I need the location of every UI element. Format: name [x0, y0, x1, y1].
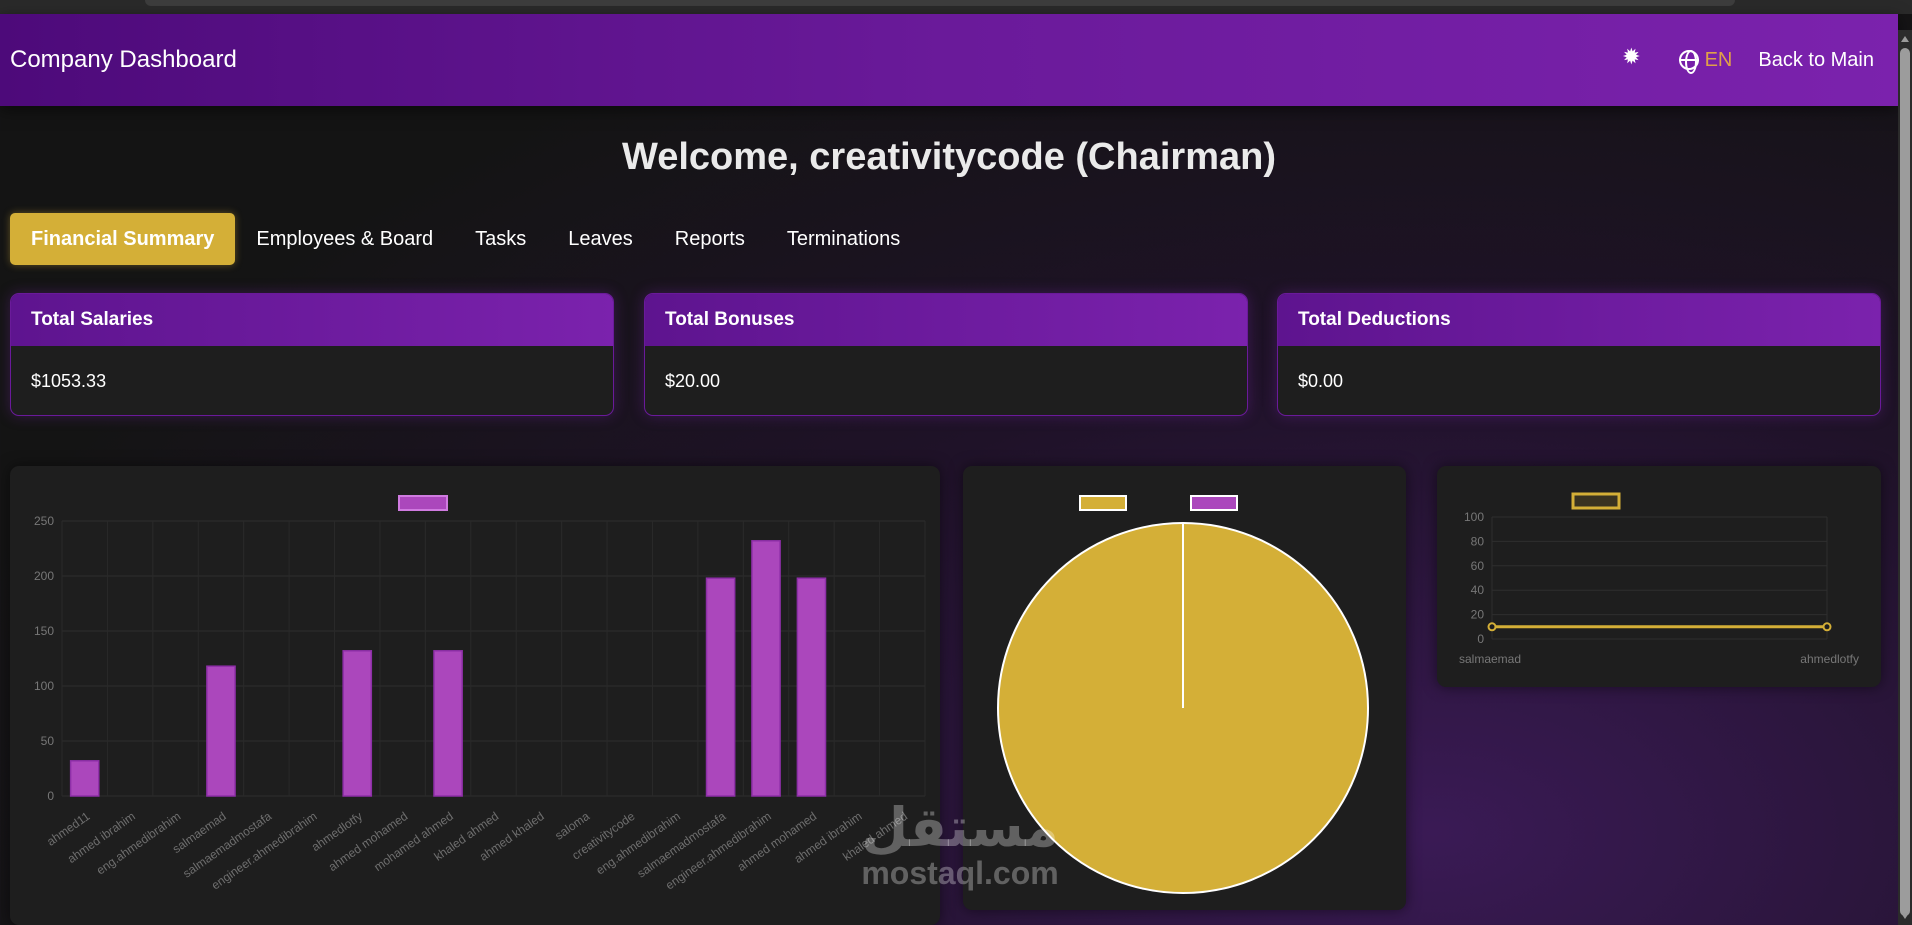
tab-employees-board[interactable]: Employees & Board: [235, 213, 454, 265]
y-tick-label: 40: [1471, 583, 1485, 597]
y-tick-label: 0: [47, 789, 54, 803]
watermark-latin: mostaql.com: [861, 855, 1059, 891]
page-scrollbar[interactable]: [1898, 30, 1912, 925]
brand-title[interactable]: Company Dashboard: [10, 46, 237, 74]
scroll-up-arrow-icon[interactable]: [1901, 36, 1909, 42]
bar: [796, 577, 827, 797]
bar: [206, 665, 236, 797]
y-tick-label: 60: [1471, 559, 1485, 573]
dashboard-tabs: Financial Summary Employees & Board Task…: [10, 213, 921, 265]
legend-swatch: [1079, 495, 1127, 511]
top-navbar: Company Dashboard ✹ EN Back to Main: [0, 14, 1898, 106]
y-tick-label: 100: [34, 679, 54, 693]
y-tick-label: 0: [1477, 632, 1484, 646]
navbar-actions: ✹ EN Back to Main: [1622, 44, 1888, 74]
legend-swatch: [1571, 492, 1621, 510]
line-chart: 0 20 40 60 80 100 salmaemad ahmedlotfy: [1459, 492, 1859, 666]
language-label: EN: [1704, 48, 1733, 71]
y-tick-label: 20: [1471, 608, 1485, 622]
y-tick-label: 50: [41, 734, 55, 748]
scrollbar-thumb[interactable]: [1900, 48, 1910, 916]
x-tick-label: ahmed mohamed: [735, 809, 820, 874]
mostaql-watermark: مستقل mostaql.com: [840, 800, 1080, 890]
legend-swatch: [398, 495, 448, 511]
total-deductions-card: Total Deductions $0.00: [1277, 293, 1881, 416]
tab-financial-summary[interactable]: Financial Summary: [10, 213, 236, 265]
tab-leaves[interactable]: Leaves: [547, 213, 654, 265]
x-tick-label: ahmedlotfy: [1800, 652, 1859, 666]
gear-icon[interactable]: ✹: [1622, 44, 1640, 70]
welcome-heading: Welcome, creativitycode (Chairman): [622, 136, 1276, 178]
data-point: [1487, 622, 1497, 632]
legend-swatch: [1190, 495, 1238, 511]
card-title: Total Bonuses: [645, 294, 1247, 346]
x-tick-label: ahmed mohamed: [326, 809, 411, 874]
salaries-bar-chart-panel: 0 50 100 150 200 250 ahmed11 ahmed ibrahim eng.a…: [10, 466, 940, 925]
salaries-bar-chart: 050100150200250ahmed11ahmed ibrahimeng.a…: [34, 495, 926, 892]
tab-tasks[interactable]: Tasks: [454, 213, 547, 265]
bar: [69, 760, 100, 797]
watermark-arabic: مستقل: [861, 798, 1059, 858]
globe-icon: [1678, 50, 1699, 74]
bar: [751, 540, 781, 797]
total-bonuses-card: Total Bonuses $20.00: [644, 293, 1248, 416]
y-tick-label: 80: [1471, 534, 1485, 548]
data-point: [1822, 622, 1832, 632]
y-tick-label: 100: [1464, 510, 1484, 524]
tab-terminations[interactable]: Terminations: [766, 213, 921, 265]
back-to-main-link[interactable]: Back to Main: [1758, 49, 1874, 72]
y-tick-label: 150: [34, 624, 54, 638]
card-value: $1053.33: [31, 370, 107, 391]
bar: [342, 650, 373, 797]
x-tick-label: saloma: [552, 809, 592, 843]
bar: [705, 577, 736, 797]
browser-tab[interactable]: [145, 0, 1735, 6]
bar: [433, 650, 463, 797]
line-chart-panel: 0 20 40 60 80 100 salmaemad ahmedlotfy: [1437, 466, 1881, 687]
total-salaries-card: Total Salaries $1053.33: [10, 293, 614, 416]
x-tick-label: mohamed ahmed: [371, 809, 456, 874]
card-title: Total Salaries: [11, 294, 613, 346]
y-tick-label: 200: [34, 569, 54, 583]
scroll-down-arrow-icon[interactable]: [1901, 913, 1909, 919]
x-tick-label: salmaemad: [1459, 652, 1521, 666]
y-tick-label: 250: [34, 514, 54, 528]
card-value: $20.00: [665, 370, 721, 391]
language-switcher[interactable]: EN: [1678, 48, 1733, 74]
card-value: $0.00: [1298, 370, 1344, 391]
tab-reports[interactable]: Reports: [654, 213, 766, 265]
card-title: Total Deductions: [1278, 294, 1880, 346]
browser-tab-strip: [0, 0, 1912, 14]
x-tick-label: eng.ahmedibrahim: [94, 809, 183, 877]
